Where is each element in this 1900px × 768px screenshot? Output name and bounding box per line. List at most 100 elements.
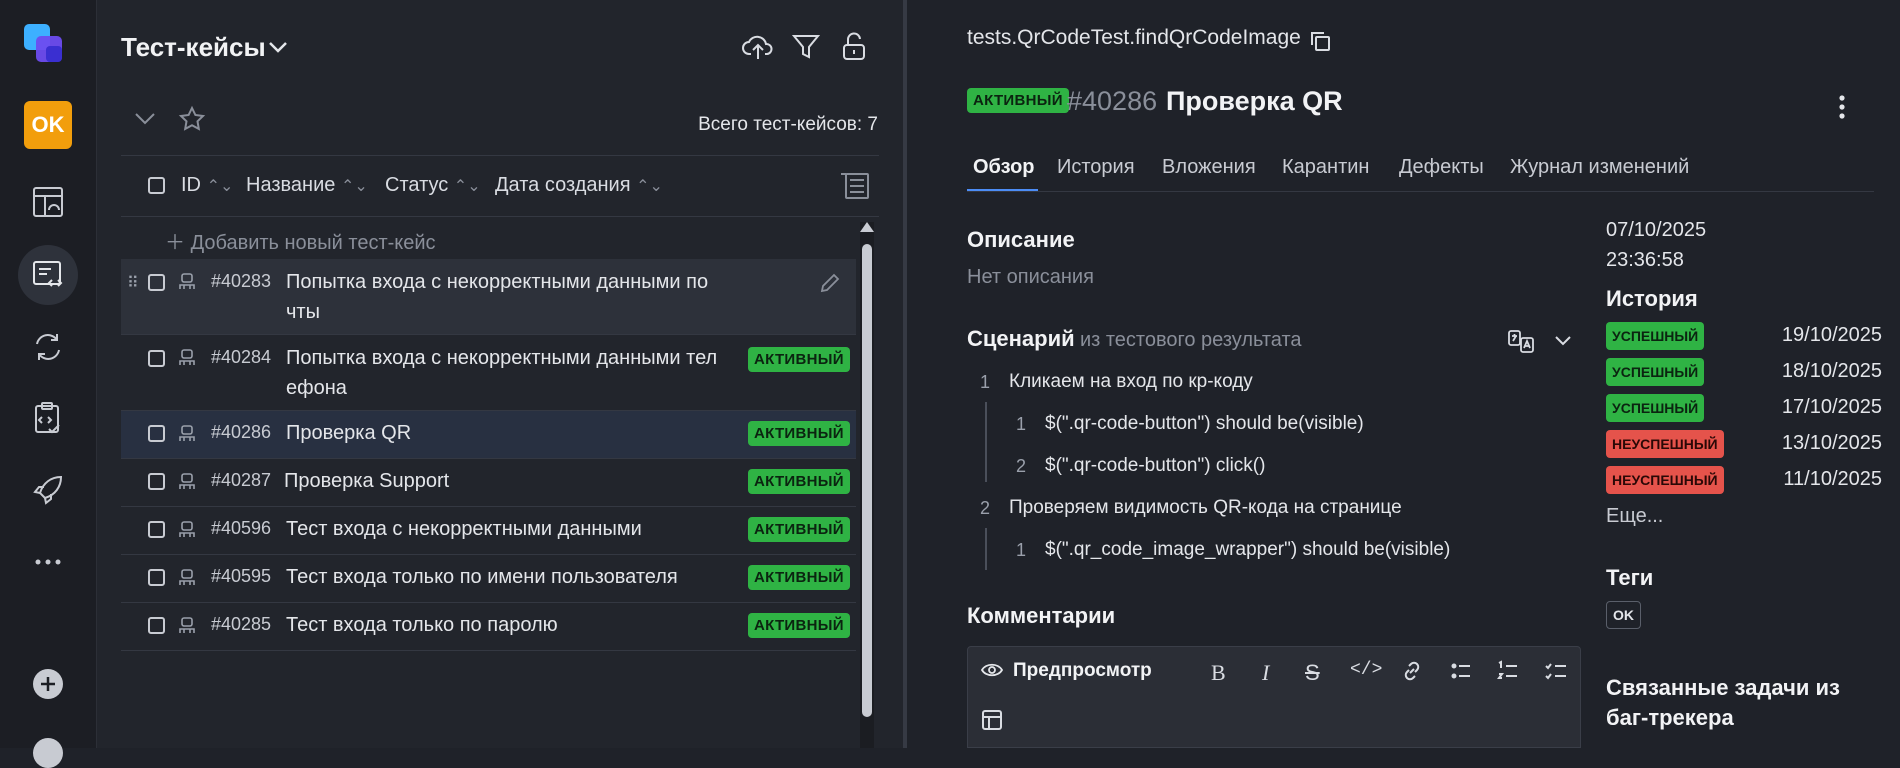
preview-toggle[interactable]: Предпросмотр bbox=[1013, 660, 1152, 682]
app-logo[interactable] bbox=[22, 22, 72, 72]
chevron-down-icon[interactable] bbox=[268, 40, 288, 54]
tag-chip[interactable]: OK bbox=[1606, 601, 1641, 629]
row-checkbox[interactable] bbox=[148, 521, 165, 538]
bullet-list-icon[interactable] bbox=[1450, 660, 1472, 682]
row-id: #40284 bbox=[211, 347, 272, 367]
column-id[interactable]: ID ⌃⌄ bbox=[181, 174, 233, 197]
row-checkbox[interactable] bbox=[148, 350, 165, 367]
app-sidebar: OK bbox=[0, 0, 97, 768]
row-name-continued: ефона bbox=[286, 377, 347, 399]
automated-icon bbox=[177, 423, 197, 443]
table-row[interactable]: #40284 Попытка входа с некорректными дан… bbox=[121, 335, 856, 411]
tab-overview[interactable]: Обзор bbox=[973, 156, 1035, 179]
test-cases-icon[interactable] bbox=[18, 245, 78, 305]
link-icon[interactable] bbox=[1401, 660, 1423, 682]
status-badge: АКТИВНЫЙ bbox=[967, 88, 1069, 113]
tab-quarantine[interactable]: Карантин bbox=[1282, 156, 1369, 179]
history-status-badge[interactable]: УСПЕШНЫЙ bbox=[1606, 394, 1705, 422]
history-date: 19/10/2025 bbox=[1781, 324, 1882, 346]
row-id: #40286 bbox=[211, 422, 272, 442]
translate-icon[interactable] bbox=[1508, 330, 1534, 354]
drag-handle-icon[interactable]: ⠿ bbox=[127, 273, 139, 293]
table-row[interactable]: #40285 Тест входа только по паролю АКТИВ… bbox=[121, 603, 856, 651]
row-checkbox[interactable] bbox=[148, 274, 165, 291]
columns-settings-icon[interactable] bbox=[840, 170, 870, 200]
status-badge: АКТИВНЫЙ bbox=[748, 613, 850, 638]
row-checkbox[interactable] bbox=[148, 569, 165, 586]
step-text: Кликаем на вход по кр-коду bbox=[1009, 371, 1253, 392]
history-more-link[interactable]: Еще... bbox=[1606, 505, 1663, 528]
step-number: 2 bbox=[980, 498, 991, 518]
star-icon[interactable] bbox=[178, 105, 206, 133]
italic-icon[interactable]: I bbox=[1262, 660, 1269, 686]
launches-icon[interactable] bbox=[18, 317, 78, 377]
filter-icon[interactable] bbox=[791, 32, 821, 62]
test-case-id: #40286 bbox=[1067, 86, 1158, 116]
collapse-all-icon[interactable] bbox=[133, 110, 157, 126]
history-date: 13/10/2025 bbox=[1781, 432, 1882, 454]
row-checkbox[interactable] bbox=[148, 425, 165, 442]
bold-icon[interactable]: B bbox=[1211, 660, 1226, 686]
status-badge: АКТИВНЫЙ bbox=[748, 517, 850, 542]
eye-icon bbox=[981, 661, 1003, 679]
table-row[interactable]: #40595 Тест входа только по имени пользо… bbox=[121, 555, 856, 603]
row-name: Тест входа только по паролю bbox=[286, 614, 558, 636]
test-case-name[interactable]: Проверка QR bbox=[1166, 86, 1343, 117]
column-name[interactable]: Название ⌃⌄ bbox=[246, 174, 368, 197]
row-name: Тест входа только по имени пользователя bbox=[286, 566, 678, 588]
history-status-badge[interactable]: НЕУСПЕШНЫЙ bbox=[1606, 430, 1724, 458]
substep-number: 1 bbox=[1016, 540, 1027, 560]
tab-history[interactable]: История bbox=[1057, 156, 1135, 179]
status-badge: АКТИВНЫЙ bbox=[748, 347, 850, 372]
add-test-case-button[interactable]: ＋ Добавить новый тест-кейс bbox=[165, 226, 436, 255]
kebab-menu-icon[interactable] bbox=[1838, 94, 1846, 120]
status-badge: АКТИВНЫЙ bbox=[748, 565, 850, 590]
history-status-badge[interactable]: НЕУСПЕШНЫЙ bbox=[1606, 466, 1724, 494]
select-all-checkbox[interactable] bbox=[148, 177, 165, 194]
automated-icon bbox=[177, 567, 197, 587]
row-checkbox[interactable] bbox=[148, 473, 165, 490]
column-status[interactable]: Статус ⌃⌄ bbox=[385, 174, 481, 197]
history-title: История bbox=[1606, 286, 1698, 311]
table-row[interactable]: #40287 Проверка Support АКТИВНЫЙ bbox=[121, 459, 856, 507]
user-avatar[interactable]: OK bbox=[24, 101, 72, 149]
tab-attachments[interactable]: Вложения bbox=[1162, 156, 1256, 179]
deploy-icon[interactable] bbox=[18, 460, 78, 520]
upload-icon[interactable] bbox=[742, 32, 774, 62]
unlock-icon[interactable] bbox=[840, 32, 868, 62]
table-icon[interactable] bbox=[981, 709, 1003, 731]
row-name: Проверка Support bbox=[284, 470, 450, 492]
plus-circle-icon[interactable] bbox=[18, 654, 78, 714]
linked-issues-title: Связанные задачи из bbox=[1606, 675, 1840, 700]
row-id: #40285 bbox=[211, 614, 272, 634]
table-row[interactable]: ⠿ #40283 Попытка входа с некорректными д… bbox=[121, 259, 856, 335]
numbered-list-icon[interactable] bbox=[1497, 660, 1519, 682]
substep-number: 1 bbox=[1016, 414, 1027, 434]
profile-icon[interactable] bbox=[33, 738, 63, 768]
row-id: #40287 bbox=[211, 470, 272, 490]
dashboard-icon[interactable] bbox=[18, 172, 78, 232]
column-created[interactable]: Дата создания ⌃⌄ bbox=[495, 174, 663, 197]
test-plans-icon[interactable] bbox=[18, 388, 78, 448]
history-status-badge[interactable]: УСПЕШНЫЙ bbox=[1606, 358, 1705, 386]
history-status-badge[interactable]: УСПЕШНЫЙ bbox=[1606, 322, 1705, 350]
code-icon[interactable]: </> bbox=[1350, 660, 1382, 680]
panel-title[interactable]: Тест-кейсы bbox=[121, 32, 266, 63]
automated-icon bbox=[177, 471, 197, 491]
row-name: Попытка входа с некорректными данными те… bbox=[286, 347, 718, 369]
step-text: Проверяем видимость QR-кода на странице bbox=[1009, 497, 1402, 518]
more-icon[interactable] bbox=[18, 532, 78, 592]
checklist-icon[interactable] bbox=[1545, 660, 1567, 682]
table-row[interactable]: #40596 Тест входа с некорректными данным… bbox=[121, 507, 856, 555]
substep-text: $(".qr-code-button") click() bbox=[1045, 455, 1266, 476]
strikethrough-icon[interactable]: S bbox=[1305, 660, 1320, 686]
copy-icon[interactable] bbox=[1308, 29, 1332, 53]
table-row[interactable]: #40286 Проверка QR АКТИВНЫЙ bbox=[121, 411, 856, 459]
list-scrollbar[interactable] bbox=[860, 222, 874, 748]
tab-defects[interactable]: Дефекты bbox=[1399, 156, 1484, 179]
tab-changelog[interactable]: Журнал изменений bbox=[1510, 156, 1689, 179]
chevron-down-icon[interactable] bbox=[1554, 335, 1572, 347]
edit-icon[interactable] bbox=[819, 272, 841, 294]
row-checkbox[interactable] bbox=[148, 617, 165, 634]
description-empty: Нет описания bbox=[967, 266, 1094, 288]
